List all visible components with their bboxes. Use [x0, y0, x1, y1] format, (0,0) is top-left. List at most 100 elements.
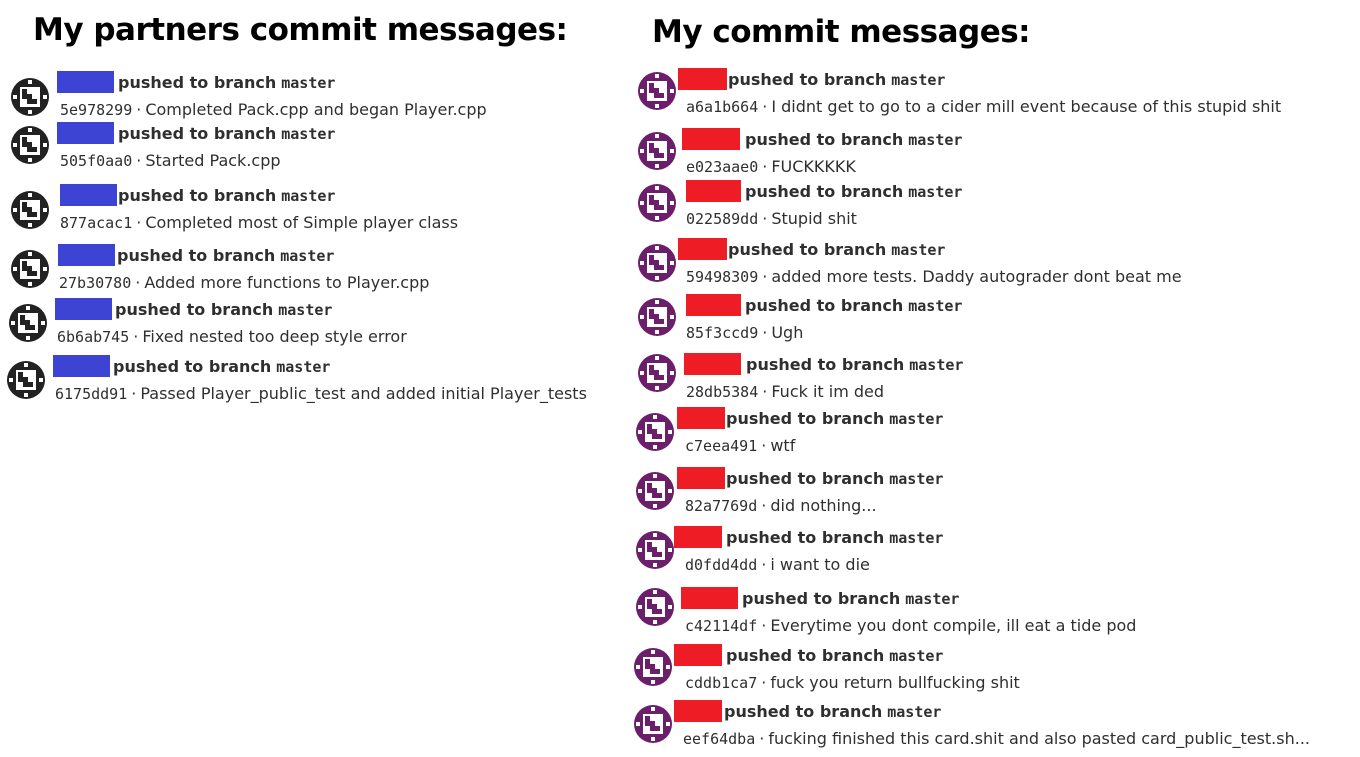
- action-label: pushed to branch: [745, 130, 904, 149]
- avatar[interactable]: [637, 353, 677, 393]
- commit-entry: pushed to branch master d0fdd4dd · i want to…: [0, 526, 943, 580]
- avatar[interactable]: [637, 131, 677, 171]
- commit-entry: pushed to branch master eef64dba · fucking f…: [0, 700, 1310, 754]
- redacted-username: [674, 526, 722, 548]
- push-action-text: pushed to branch master: [726, 528, 943, 547]
- commit-line: cddb1ca7 · fuck you return bullfucking shi…: [685, 673, 1020, 692]
- commit-entry: pushed to branch master 85f3ccd9 · Ugh: [0, 294, 962, 348]
- commit-message: Everytime you dont compile, ill eat a ti…: [770, 616, 1137, 635]
- redacted-username: [678, 238, 727, 260]
- avatar[interactable]: [633, 647, 673, 687]
- redacted-username: [677, 407, 725, 429]
- commit-message: FUCKKKKK: [771, 157, 856, 176]
- action-label: pushed to branch: [745, 182, 904, 201]
- redacted-username: [674, 700, 722, 722]
- left-panel-title: My partners commit messages:: [33, 12, 568, 48]
- action-label: pushed to branch: [726, 409, 885, 428]
- separator-dot: ·: [761, 616, 767, 635]
- commit-entry: pushed to branch master 28db5384 · Fuck it i…: [0, 353, 963, 407]
- avatar[interactable]: [637, 297, 677, 337]
- separator-dot: ·: [762, 382, 768, 401]
- branch-link[interactable]: master: [891, 241, 945, 259]
- push-action-text: pushed to branch master: [724, 702, 941, 721]
- commit-line: c42114df · Everytime you dont compile, ill…: [685, 616, 1136, 635]
- commit-sha-link[interactable]: e023aae0: [686, 158, 758, 176]
- separator-dot: ·: [762, 267, 768, 286]
- commit-entry: pushed to branch master cddb1ca7 · fuck you …: [0, 644, 1020, 698]
- commit-message: fuck you return bullfucking shit: [770, 673, 1020, 692]
- avatar[interactable]: [635, 471, 675, 511]
- action-label: pushed to branch: [746, 355, 905, 374]
- push-action-text: pushed to branch master: [726, 469, 943, 488]
- commit-sha-link[interactable]: 82a7769d: [685, 497, 757, 515]
- branch-link[interactable]: master: [908, 183, 962, 201]
- commit-line: d0fdd4dd · i want to die: [685, 555, 870, 574]
- avatar[interactable]: [637, 243, 677, 283]
- commit-line: 85f3ccd9 · Ugh: [686, 323, 803, 342]
- commit-line: c7eea491 · wtf: [685, 436, 795, 455]
- commit-sha-link[interactable]: 59498309: [686, 268, 758, 286]
- commit-line: 28db5384 · Fuck it im ded: [686, 382, 884, 401]
- separator-dot: ·: [761, 436, 767, 455]
- action-label: pushed to branch: [726, 646, 885, 665]
- branch-link[interactable]: master: [891, 71, 945, 89]
- push-action-text: pushed to branch master: [745, 296, 962, 315]
- commit-line: 59498309 · added more tests. Daddy autogra…: [686, 267, 1182, 286]
- redacted-username: [684, 353, 741, 375]
- push-action-text: pushed to branch master: [726, 646, 943, 665]
- separator-dot: ·: [761, 496, 767, 515]
- commit-line: 82a7769d · did nothing...: [685, 496, 877, 515]
- push-action-text: pushed to branch master: [726, 409, 943, 428]
- action-label: pushed to branch: [724, 702, 883, 721]
- commit-entry: pushed to branch master e023aae0 · FUCKKKKK: [0, 128, 962, 182]
- action-label: pushed to branch: [742, 589, 901, 608]
- action-label: pushed to branch: [728, 70, 887, 89]
- redacted-username: [674, 644, 722, 666]
- avatar[interactable]: [633, 704, 673, 744]
- commit-sha-link[interactable]: 85f3ccd9: [686, 324, 758, 342]
- commit-sha-link[interactable]: 28db5384: [686, 383, 758, 401]
- commit-entry: pushed to branch master 59498309 · added mor…: [0, 238, 1182, 292]
- push-action-text: pushed to branch master: [746, 355, 963, 374]
- commit-entry: pushed to branch master 82a7769d · did nothi…: [0, 467, 943, 521]
- commit-sha-link[interactable]: c7eea491: [685, 437, 757, 455]
- commit-message: wtf: [770, 436, 796, 455]
- push-action-text: pushed to branch master: [745, 182, 962, 201]
- commit-sha-link[interactable]: cddb1ca7: [685, 674, 757, 692]
- commit-sha-link[interactable]: d0fdd4dd: [685, 556, 757, 574]
- branch-link[interactable]: master: [887, 703, 941, 721]
- branch-link[interactable]: master: [905, 590, 959, 608]
- separator-dot: ·: [762, 157, 768, 176]
- branch-link[interactable]: master: [908, 131, 962, 149]
- separator-dot: ·: [762, 323, 768, 342]
- action-label: pushed to branch: [745, 296, 904, 315]
- separator-dot: ·: [759, 729, 765, 748]
- avatar[interactable]: [637, 183, 677, 223]
- push-action-text: pushed to branch master: [745, 130, 962, 149]
- commit-line: e023aae0 · FUCKKKKK: [686, 157, 856, 176]
- commit-sha-link[interactable]: a6a1b664: [686, 98, 758, 116]
- right-panel-title: My commit messages:: [652, 14, 1031, 50]
- commit-sha-link[interactable]: eef64dba: [683, 730, 755, 748]
- avatar[interactable]: [637, 71, 677, 111]
- commit-message: Fuck it im ded: [771, 382, 885, 401]
- branch-link[interactable]: master: [889, 470, 943, 488]
- branch-link[interactable]: master: [909, 356, 963, 374]
- branch-link[interactable]: master: [908, 297, 962, 315]
- push-action-text: pushed to branch master: [728, 240, 945, 259]
- redacted-username: [686, 294, 741, 316]
- commit-line: 022589dd · Stupid shit: [686, 209, 857, 228]
- branch-link[interactable]: master: [889, 647, 943, 665]
- branch-link[interactable]: master: [889, 529, 943, 547]
- avatar[interactable]: [635, 530, 675, 570]
- action-label: pushed to branch: [726, 469, 885, 488]
- avatar[interactable]: [635, 587, 675, 627]
- commit-entry: pushed to branch master 022589dd · Stupid sh…: [0, 180, 962, 234]
- separator-dot: ·: [761, 673, 767, 692]
- commit-message: i want to die: [770, 555, 870, 574]
- commit-sha-link[interactable]: c42114df: [685, 617, 757, 635]
- commit-sha-link[interactable]: 022589dd: [686, 210, 758, 228]
- avatar[interactable]: [635, 412, 675, 452]
- branch-link[interactable]: master: [889, 410, 943, 428]
- commit-entry: pushed to branch master c7eea491 · wtf: [0, 407, 943, 461]
